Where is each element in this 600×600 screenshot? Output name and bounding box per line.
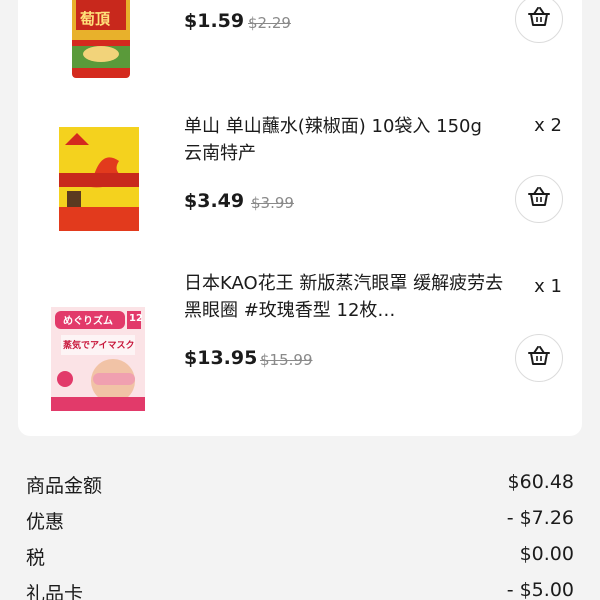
tax-label: 税 xyxy=(26,547,46,569)
list-item[interactable]: めぐりズム 12 蒸気でアイマスク 日本KAO花王 新版蒸汽眼罩 缓解疲劳去黑眼… xyxy=(18,273,582,413)
item-price: $13.95 xyxy=(184,347,258,369)
item-price: $3.49 xyxy=(184,190,245,212)
item-quantity: x 1 xyxy=(534,276,562,297)
shopping-basket-icon xyxy=(528,7,550,31)
tax-value: $0.00 xyxy=(519,543,574,565)
giftcard-value: - $5.00 xyxy=(506,579,574,600)
discount-value: - $7.26 xyxy=(506,507,574,529)
giftcard-row: 礼品卡 - $5.00 xyxy=(26,579,574,600)
product-image[interactable] xyxy=(59,127,139,231)
discount-label: 优惠 xyxy=(26,511,65,533)
item-title: 单山 单山蘸水(辣椒面) 10袋入 150g 云南特产 xyxy=(184,116,482,164)
order-items-card: 萄頂 $1.59 $2.29 单山 单山蘸水(辣椒面) 10袋入 150g 云南… xyxy=(18,0,582,436)
giftcard-label: 礼品卡 xyxy=(26,583,84,600)
item-quantity: x 2 xyxy=(534,115,562,136)
add-to-cart-button[interactable] xyxy=(515,175,563,223)
subtotal-row: 商品金额 $60.48 xyxy=(26,471,574,501)
subtotal-value: $60.48 xyxy=(507,471,574,493)
subtotal-label: 商品金额 xyxy=(26,475,103,497)
list-item[interactable]: 萄頂 $1.59 $2.29 xyxy=(18,0,582,80)
add-to-cart-button[interactable] xyxy=(515,334,563,382)
add-to-cart-button[interactable] xyxy=(515,0,563,43)
item-original-price: $2.29 xyxy=(248,14,291,32)
item-original-price: $15.99 xyxy=(260,351,313,369)
order-summary-page: 萄頂 $1.59 $2.29 单山 单山蘸水(辣椒面) 10袋入 150g 云南… xyxy=(0,0,600,600)
item-price: $1.59 xyxy=(184,10,245,32)
product-image[interactable]: めぐりズム 12 蒸気でアイマスク xyxy=(51,307,145,411)
product-image[interactable]: 萄頂 xyxy=(68,0,134,80)
discount-row: 优惠 - $7.26 xyxy=(26,507,574,537)
list-item[interactable]: 单山 单山蘸水(辣椒面) 10袋入 150g 云南特产 x 2 $3.49 $3… xyxy=(18,115,582,231)
item-original-price: $3.99 xyxy=(251,194,294,212)
item-title: 日本KAO花王 新版蒸汽眼罩 缓解疲劳去黑眼圈 #玫瑰香型 12枚… xyxy=(184,273,504,321)
tax-row: 税 $0.00 xyxy=(26,543,574,573)
shopping-basket-icon xyxy=(528,346,550,370)
shopping-basket-icon xyxy=(528,187,550,211)
